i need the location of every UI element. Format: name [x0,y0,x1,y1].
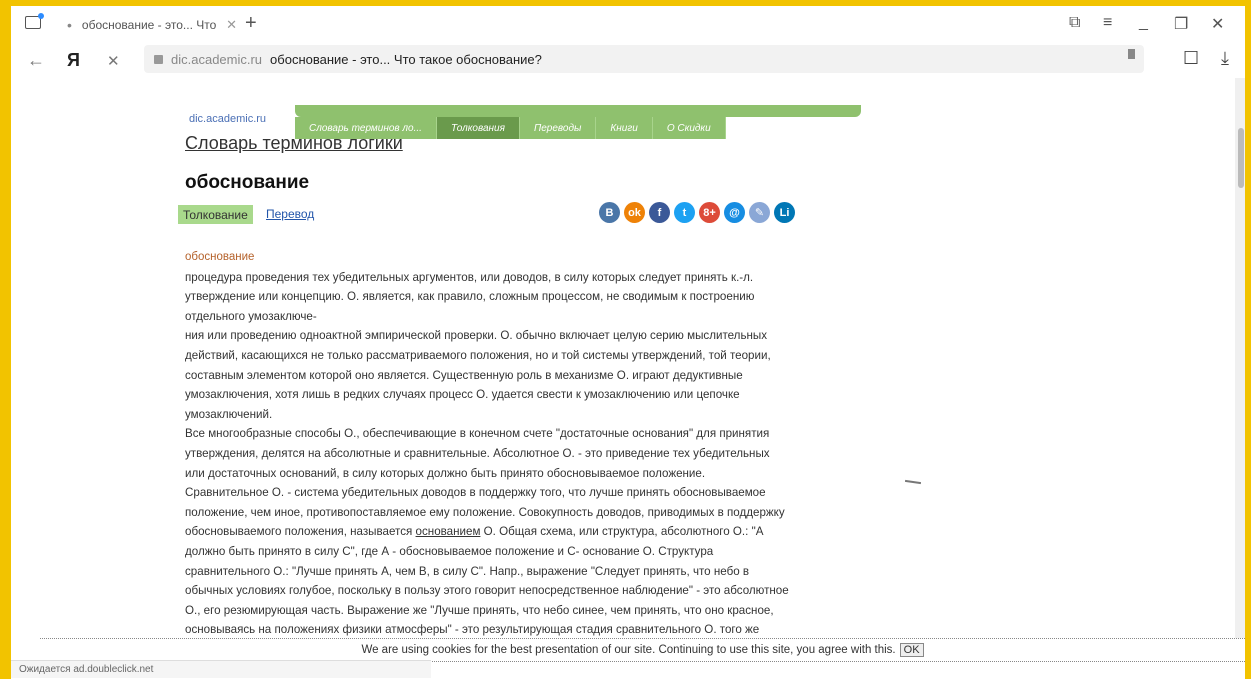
article-line: отдельного умозаключе- [185,309,317,323]
mail-icon[interactable]: @ [724,202,745,223]
nav-tab-definitions[interactable]: Толкования [436,117,520,139]
article-line: процедура проведения тех убедительных ар… [185,270,754,284]
lock-icon [154,54,163,64]
cookie-ok-button[interactable]: OK [899,643,924,657]
stop-loading-icon[interactable]: ✕ [107,52,120,70]
page-title: обоснование [185,172,310,193]
tab-bar: • обоснование - это... Что ✕ + ⧉ ≡ _ ❐ ✕ [11,6,1245,41]
window-border-right [1245,0,1251,679]
article-line: умозаключения, хотя лишь в редких случая… [185,388,740,402]
url-domain: dic.academic.ru [171,51,263,67]
social-share: B ok f t 8+ @ ✎ Li [599,202,795,223]
status-bar: Ожидается ad.doubleclick.net [11,660,431,678]
tab-translation[interactable]: Перевод [266,207,314,221]
line-text: О. Общая схема, или структура, абсолютно… [480,525,764,539]
article-line: утверждения, делятся на абсолютные и сра… [185,446,770,460]
article-line: умозаключений. [185,407,273,421]
article-line: сравнительного О.: "Лучше принять А, чем… [185,564,750,578]
headword: обоснование [185,251,255,263]
article-line: или достаточных оснований, в силу которы… [185,466,706,480]
nav-tab-discounts[interactable]: О Скидки [652,117,726,139]
vk-icon[interactable]: B [599,202,620,223]
dictionary-title[interactable]: Словарь терминов логики [185,133,403,154]
facebook-icon[interactable]: f [649,202,670,223]
article-line: Сравнительное О. - система убедительных … [185,486,766,500]
article-line: утверждение или концепцию. О. является, … [185,290,755,304]
download-icon[interactable]: ⤓ [1221,48,1229,69]
browser-tab[interactable]: • обоснование - это... Что ✕ [67,12,237,38]
liveinternet-icon[interactable]: Li [774,202,795,223]
nav-top-bar [295,105,861,117]
scrollbar-thumb[interactable] [1238,128,1244,188]
close-window-icon[interactable]: ✕ [1211,14,1224,34]
article-line: основываясь на положениях физики атмосфе… [185,623,760,637]
article-line: положение, чем иное, противопоставляемое… [185,505,785,519]
cookie-banner: We are using cookies for the best presen… [40,638,1245,662]
tab-pin-icon[interactable]: ⧉ [1069,14,1080,32]
yandex-icon[interactable]: Я [67,50,80,71]
window-border-left [0,0,11,679]
article-line-with-link: обосновываемого положения, называется ос… [185,522,840,542]
protect-icon[interactable]: ☐ [1183,48,1199,69]
cookie-text: We are using cookies for the best presen… [361,644,896,656]
article-line: О., его резюмирующая часть. Выражение же… [185,603,774,617]
bookmark-icon[interactable] [1128,49,1135,59]
page-content: dic.academic.ru Словарь терминов ло... Т… [11,78,1235,638]
tab-title: обоснование - это... Что [81,18,217,32]
mouse-cursor [904,479,922,485]
line-text: обосновываемого положения, называется [185,525,416,539]
odnoklassniki-icon[interactable]: ok [624,202,645,223]
tabs-overview-icon[interactable] [25,13,44,29]
article-line: Все многообразные способы О., обеспечива… [185,427,770,441]
article-line: действий, касающихся не только рассматри… [185,348,771,362]
menu-icon[interactable]: ≡ [1103,14,1112,32]
google-plus-icon[interactable]: 8+ [699,202,720,223]
restore-icon[interactable]: ❐ [1174,14,1188,34]
address-bar: ← Я ✕ dic.academic.ru обоснование - это.… [11,41,1245,79]
twitter-icon[interactable]: t [674,202,695,223]
site-logo[interactable]: dic.academic.ru [189,113,266,125]
back-icon[interactable]: ← [27,50,45,71]
tab-definition[interactable]: Толкование [178,205,253,224]
url-field[interactable]: dic.academic.ru обоснование - это... Что… [144,45,1144,73]
nav-tab-translations[interactable]: Переводы [519,117,597,139]
tab-close-icon[interactable]: ✕ [226,17,237,33]
minimize-icon[interactable]: _ [1139,14,1148,32]
article-line: обычных условиях голубое, поскольку в по… [185,584,789,598]
article-body: обоснование процедура проведения тех убе… [185,248,840,638]
nav-tab-books[interactable]: Книги [596,117,653,139]
url-page-title: обоснование - это... Что такое обоснован… [270,51,542,67]
article-line: составным элементом которой оно является… [185,368,743,382]
article-line: ния или проведению одноактной эмпирическ… [185,329,768,343]
livejournal-icon[interactable]: ✎ [749,202,770,223]
tab-loading-icon: • [67,17,72,33]
article-line: должно быть принято в силу С", где А - о… [185,544,714,558]
new-tab-icon[interactable]: + [245,12,257,35]
osnovanie-link[interactable]: основанием [416,525,481,538]
